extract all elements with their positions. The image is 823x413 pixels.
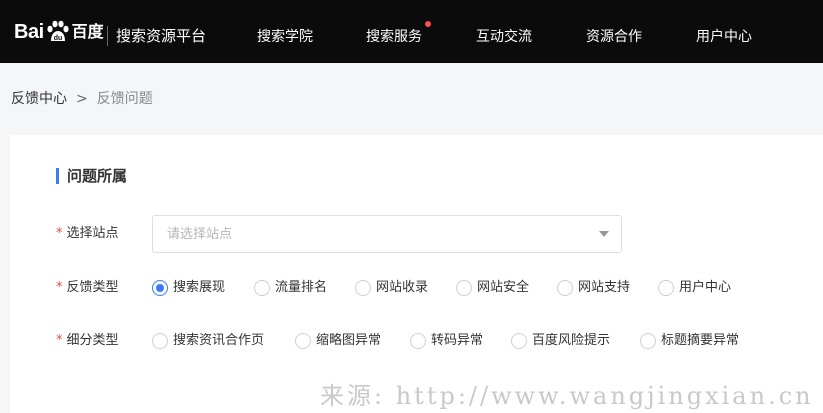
radio-unchecked-icon[interactable] [640,333,656,349]
required-mark: * [56,226,63,241]
section-title: 问题所属 [67,167,128,185]
sub-type-label-text: 细分类型 [66,333,119,348]
radio-unchecked-icon[interactable] [557,280,573,296]
radio-label: 转码异常 [431,333,484,348]
radio-label: 网站安全 [477,280,530,295]
feedback-type-label: * 反馈类型 [56,278,119,298]
radio-label: 百度风险提示 [532,333,611,348]
radio-feedback-traffic-ranking[interactable]: 流量排名 [254,278,327,298]
svg-text:du: du [53,35,62,42]
notification-dot [425,21,431,27]
radio-unchecked-icon[interactable] [456,280,472,296]
radio-unchecked-icon[interactable] [295,333,311,349]
radio-unchecked-icon[interactable] [658,280,674,296]
required-mark: * [56,280,63,295]
radio-label: 搜索展现 [173,280,226,295]
radio-subtype-risk-warning[interactable]: 百度风险提示 [511,331,610,351]
radio-feedback-search-display[interactable]: 搜索展现 [152,278,225,298]
radio-unchecked-icon[interactable] [355,280,371,296]
radio-subtype-title-summary-error[interactable]: 标题摘要异常 [640,331,739,351]
caret-down-icon[interactable] [599,231,609,237]
logo-divider [107,26,108,46]
radio-checked-icon[interactable] [152,280,168,296]
required-mark: * [56,333,63,348]
radio-feedback-site-security[interactable]: 网站安全 [456,278,529,298]
radio-subtype-thumbnail-error[interactable]: 缩略图异常 [295,331,381,351]
breadcrumb: 反馈中心 > 反馈问题 [11,89,153,109]
source-watermark: 来源: http://www.wangjingxian.cn [320,382,814,410]
radio-label: 缩略图异常 [316,333,382,348]
nav-item-interaction[interactable]: 互动交流 [476,27,532,47]
radio-subtype-transcode-error[interactable]: 转码异常 [410,331,483,351]
radio-label: 流量排名 [275,280,328,295]
site-label-text: 选择站点 [66,226,119,241]
radio-unchecked-icon[interactable] [511,333,527,349]
logo-text-cn: 百度 [71,22,104,41]
radio-unchecked-icon[interactable] [254,280,270,296]
radio-label: 用户中心 [679,280,732,295]
feedback-form-card: 问题所属 * 选择站点 请选择站点 * 反馈类型 搜索展现 流量排名 网站收录 网站… [10,135,823,413]
radio-feedback-site-indexing[interactable]: 网站收录 [355,278,428,298]
site-select-placeholder: 请选择站点 [167,227,233,242]
radio-unchecked-icon[interactable] [410,333,426,349]
breadcrumb-current: 反馈问题 [96,91,153,107]
nav-item-search-academy[interactable]: 搜索学院 [257,27,313,47]
sub-type-label: * 细分类型 [56,331,119,351]
radio-label: 标题摘要异常 [661,333,740,348]
site-label: * 选择站点 [56,224,119,244]
baidu-paw-icon: du [47,20,69,42]
breadcrumb-separator: > [76,91,88,107]
top-navigation-bar: Bai du 百度 搜索资源平台 搜索学院 搜索服务 互动交流 资源合作 用户中… [0,0,823,63]
breadcrumb-feedback-center[interactable]: 反馈中心 [11,91,67,107]
nav-item-user-center[interactable]: 用户中心 [696,27,752,47]
baidu-logo[interactable]: Bai du 百度 [14,18,104,46]
radio-feedback-user-center[interactable]: 用户中心 [658,278,731,298]
site-select[interactable]: 请选择站点 [152,215,622,253]
platform-title[interactable]: 搜索资源平台 [116,26,206,46]
radio-subtype-news-cooperation[interactable]: 搜索资讯合作页 [152,331,264,351]
radio-unchecked-icon[interactable] [152,333,168,349]
radio-label: 网站支持 [578,280,631,295]
nav-item-resource-cooperation[interactable]: 资源合作 [586,27,642,47]
logo-text-latin: Bai [14,21,44,43]
section-accent-bar [56,168,59,184]
radio-label: 搜索资讯合作页 [173,333,265,348]
radio-feedback-site-support[interactable]: 网站支持 [557,278,630,298]
feedback-type-label-text: 反馈类型 [66,280,119,295]
nav-item-search-service[interactable]: 搜索服务 [366,27,422,47]
radio-label: 网站收录 [376,280,429,295]
